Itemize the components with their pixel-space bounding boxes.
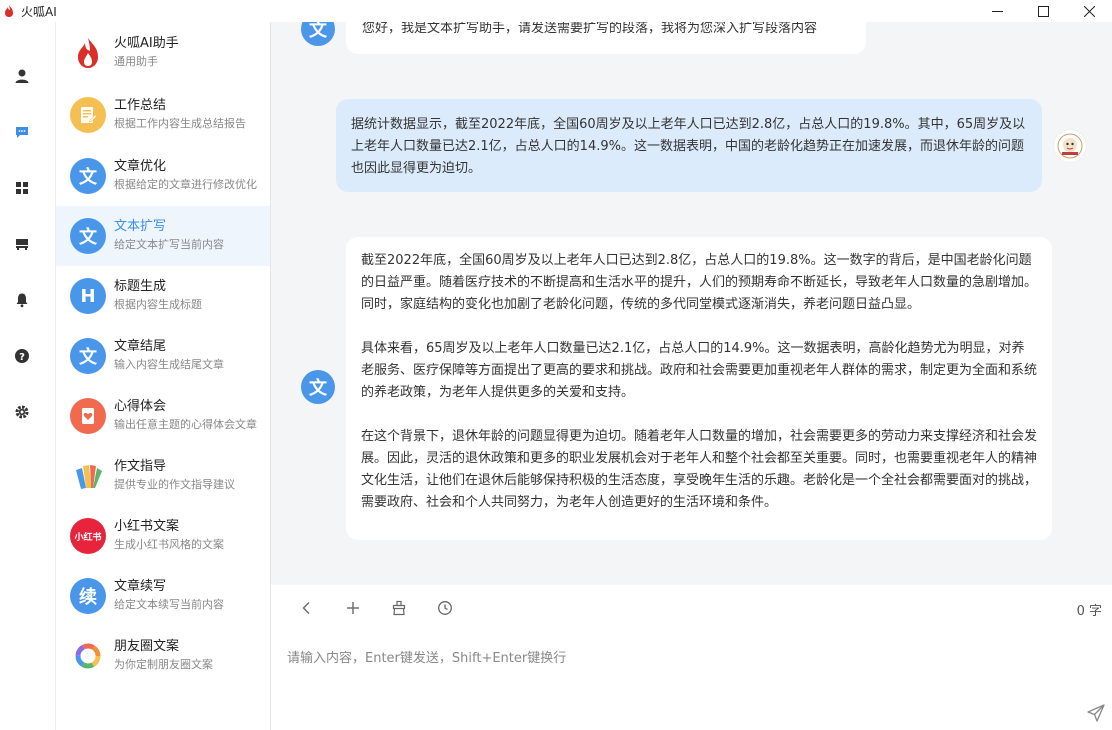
char-count: 0 字 [1076,604,1102,619]
wen-avatar-icon: 文 [70,158,106,194]
close-icon [1083,5,1095,17]
bot-avatar: 文 [301,22,335,46]
assistant-item-continue-writing[interactable]: 续 文章续写 给定文本续写当前内容 [56,566,270,626]
assistant-name: 朋友圈文案 [114,639,180,654]
assistant-item-xiaohongshu[interactable]: 小红书 小红书文案 生成小红书风格的文案 [56,506,270,566]
window-controls [974,0,1112,22]
document-edit-icon [70,97,106,133]
bot-avatar: 文 [301,370,335,404]
colored-pencils-icon [70,458,106,494]
assistant-desc: 根据内容生成标题 [114,298,202,311]
user-message: 据统计数据显示，截至2022年底，全国60周岁及以上老年人口已达到2.8亿，占总… [336,99,1042,192]
send-icon[interactable] [1086,703,1106,723]
app-logo-icon [5,5,13,17]
h-avatar-icon: H [70,278,106,314]
input-area: 0 字 请输入内容，Enter键发送，Shift+Enter键换行 [271,585,1112,730]
maximize-icon [1037,5,1049,17]
assistant-item-reflection[interactable]: 心得体会 输出任意主题的心得体会文章 [56,386,270,446]
reply-paragraph: 在这个背景下，退休年龄的问题显得更为迫切。随着老年人口数量的增加，社会需要更多的… [361,429,1038,510]
assistant-list: 火呱AI助手 通用助手 工作总结 根据工作内容生成总结报告 文 文章优化 根据给… [56,22,271,730]
assistant-item-title-gen[interactable]: H 标题生成 根据内容生成标题 [56,266,270,326]
assistant-desc: 提供专业的作文指导建议 [114,478,235,491]
assistant-desc: 根据工作内容生成总结报告 [114,117,246,130]
message-input[interactable]: 请输入内容，Enter键发送，Shift+Enter键换行 [287,647,566,666]
add-icon[interactable] [344,599,362,617]
assistant-desc: 给定文本续写当前内容 [114,598,224,611]
assistant-name: 小红书文案 [114,519,180,534]
close-button[interactable] [1066,0,1112,22]
back-icon[interactable] [298,599,316,617]
assistant-desc: 生成小红书风格的文案 [114,538,224,551]
svg-text:?: ? [19,352,25,363]
bell-icon[interactable] [14,292,30,308]
assistant-name: 文章续写 [114,579,167,594]
assistant-item-huogua[interactable]: 火呱AI助手 通用助手 [56,23,270,83]
bot-reply-message: 截至2022年底，全国60周岁及以上老年人口已达到2.8亿，占总人口的19.8%… [346,237,1052,540]
assistant-item-essay-guide[interactable]: 作文指导 提供专业的作文指导建议 [56,446,270,506]
chat-icon[interactable] [14,124,30,140]
reply-paragraph: 截至2022年底，全国60周岁及以上老年人口已达到2.8亿，占总人口的19.8%… [361,253,1038,312]
wen-avatar-icon: 文 [70,338,106,374]
user-avatar-icon [1053,129,1087,163]
xiaohongshu-logo-icon: 小红书 [70,518,106,554]
assistant-desc: 通用助手 [114,55,158,68]
icon-rail: ? [0,22,56,730]
wen-avatar-icon: 文 [70,218,106,254]
maximize-button[interactable] [1020,0,1066,22]
minimize-icon [991,10,1003,12]
chat-panel: 文 您好，我是文本扩写助手，请发送需要扩写的段落，我将为您深入扩写段落内容 据统… [271,22,1112,585]
broom-icon[interactable] [390,599,408,617]
flame-logo-icon [70,35,106,71]
assistant-item-work-summary[interactable]: 工作总结 根据工作内容生成总结报告 [56,85,270,145]
assistant-item-moments[interactable]: 朋友圈文案 为你定制朋友圈文案 [56,626,270,686]
assistant-name: 工作总结 [114,98,167,113]
store-icon[interactable] [14,236,30,252]
assistant-item-article-optimize[interactable]: 文 文章优化 根据给定的文章进行修改优化 [56,146,270,206]
help-icon[interactable]: ? [14,348,30,364]
assistant-desc: 为你定制朋友圈文案 [114,658,213,671]
xu-avatar-icon: 续 [70,578,106,614]
assistant-desc: 根据给定的文章进行修改优化 [114,178,257,191]
assistant-desc: 给定文本扩写当前内容 [114,238,224,251]
assistant-desc: 输出任意主题的心得体会文章 [114,418,257,431]
assistant-name: 文本扩写 [114,219,167,234]
assistant-name: 作文指导 [114,459,167,474]
settings-icon[interactable] [14,404,30,420]
assistant-name: 文章优化 [114,159,167,174]
heart-card-icon [70,398,106,434]
assistant-name: 文章结尾 [114,339,167,354]
title-bar: 火呱AI [0,0,1112,22]
minimize-button[interactable] [974,0,1020,22]
apps-icon[interactable] [14,180,30,196]
bot-greeting-message: 您好，我是文本扩写助手，请发送需要扩写的段落，我将为您深入扩写段落内容 [346,22,866,54]
assistant-item-text-expand[interactable]: 文 文本扩写 给定文本扩写当前内容 [56,206,270,266]
assistant-name: 心得体会 [114,399,167,414]
assistant-name: 火呱AI助手 [114,36,179,51]
user-icon[interactable] [14,68,30,84]
moments-aperture-icon [70,638,106,674]
assistant-name: 标题生成 [114,279,167,294]
assistant-desc: 输入内容生成结尾文章 [114,358,224,371]
assistant-item-article-ending[interactable]: 文 文章结尾 输入内容生成结尾文章 [56,326,270,386]
history-icon[interactable] [436,599,454,617]
reply-paragraph: 具体来看，65周岁及以上老年人口数量已达2.1亿，占总人口的14.9%。这一数据… [361,341,1038,400]
app-title: 火呱AI [21,4,57,19]
